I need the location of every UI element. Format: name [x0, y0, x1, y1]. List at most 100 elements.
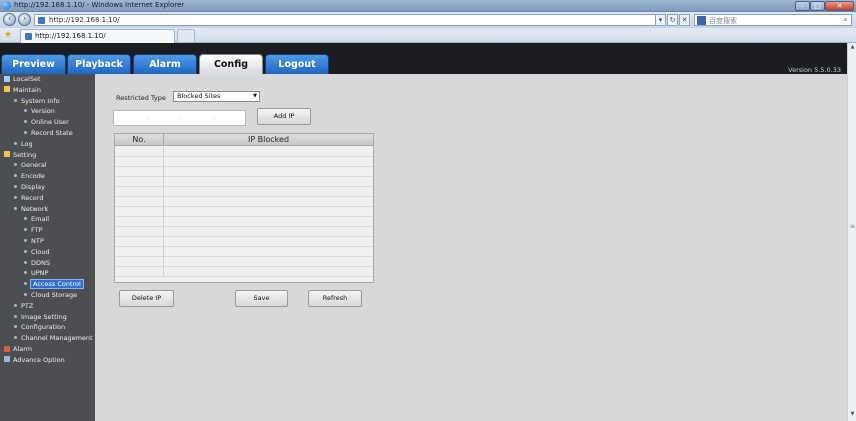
sidebar-item[interactable]: Online User: [24, 117, 69, 127]
restricted-type-select[interactable]: Blocked Sites ▼: [173, 91, 260, 102]
sidebar-item[interactable]: Encode: [14, 171, 45, 181]
scroll-down-icon[interactable]: ▼: [849, 411, 856, 419]
browser-refresh-button[interactable]: ↻: [667, 14, 678, 26]
refresh-button[interactable]: Refresh: [308, 290, 362, 307]
sidebar-item[interactable]: Image Setting: [14, 312, 67, 322]
sidebar-item[interactable]: Record: [14, 193, 43, 203]
scroll-thumb[interactable]: ≡: [849, 223, 856, 235]
sidebar-item[interactable]: Maintain: [4, 85, 41, 95]
table-row[interactable]: [115, 267, 373, 277]
address-dropdown-button[interactable]: ▾: [655, 14, 666, 26]
bullet-icon: [24, 282, 27, 286]
favorites-star-icon[interactable]: ★: [4, 30, 12, 40]
sidebar-item[interactable]: NTP: [24, 236, 44, 246]
save-button[interactable]: Save: [235, 290, 288, 307]
sidebar-item[interactable]: General: [14, 160, 47, 170]
sidebar-item[interactable]: Log: [14, 139, 33, 149]
sidebar-item[interactable]: Email: [24, 214, 49, 224]
table-row[interactable]: [115, 247, 373, 257]
sidebar-item[interactable]: DDNS: [24, 258, 50, 268]
sidebar-item[interactable]: Record State: [24, 128, 73, 138]
table-row[interactable]: [115, 217, 373, 227]
search-input[interactable]: 百度搜索 ⌕: [694, 14, 852, 26]
delete-ip-button[interactable]: Delete IP: [119, 290, 174, 307]
sidebar-item-label: Encode: [21, 172, 45, 181]
table-cell-no: [115, 247, 164, 257]
sidebar-item[interactable]: Configuration: [14, 322, 65, 332]
sidebar-item[interactable]: PTZ: [14, 301, 33, 311]
table-row[interactable]: [115, 237, 373, 247]
restricted-type-value: Blocked Sites: [177, 92, 221, 100]
sidebar-item-label: Maintain: [13, 85, 41, 94]
browser-tab[interactable]: http://192.168.1.10/: [20, 29, 175, 43]
bullet-icon: [24, 249, 27, 253]
sidebar-item[interactable]: Network: [14, 204, 48, 214]
page-icon: [25, 33, 32, 40]
sidebar-item[interactable]: UPNP: [24, 268, 48, 278]
vertical-scrollbar[interactable]: ▲ ≡ ▼: [847, 43, 856, 421]
sidebar-item-label: Cloud: [31, 247, 50, 256]
bullet-icon: [24, 271, 27, 275]
advance-icon: [4, 356, 10, 363]
sidebar-item[interactable]: FTP: [24, 225, 43, 235]
sidebar-item[interactable]: System Info: [14, 96, 60, 106]
sidebar-item[interactable]: Channel Management: [14, 333, 93, 343]
ie-logo-icon: [2, 1, 11, 10]
app-header: Preview Playback Alarm Config Logout Ver…: [0, 43, 847, 74]
table-row[interactable]: [115, 207, 373, 217]
search-placeholder: 百度搜索: [709, 17, 737, 25]
new-tab-button[interactable]: [177, 29, 195, 43]
tab-playback[interactable]: Playback: [67, 54, 131, 74]
minimize-button[interactable]: –: [795, 1, 810, 11]
blocked-ip-table: No. IP Blocked: [114, 133, 374, 283]
sidebar-item[interactable]: LocalSet: [4, 74, 41, 84]
table-cell-no: [115, 177, 164, 187]
sidebar-item[interactable]: Cloud: [24, 247, 50, 257]
maximize-button[interactable]: □: [810, 1, 825, 11]
bullet-icon: [14, 303, 17, 307]
sidebar-item-label: LocalSet: [13, 75, 41, 83]
table-row[interactable]: [115, 227, 373, 237]
sidebar-item[interactable]: Version: [24, 106, 55, 116]
tab-logout[interactable]: Logout: [265, 54, 329, 74]
forward-button[interactable]: ›: [18, 13, 31, 26]
bullet-icon: [14, 325, 17, 329]
browser-stop-button[interactable]: ✕: [679, 14, 690, 26]
search-icon[interactable]: ⌕: [844, 15, 848, 25]
table-row[interactable]: [115, 167, 373, 177]
close-window-button[interactable]: ✕: [825, 1, 854, 11]
sidebar-item-label: DDNS: [31, 258, 50, 267]
table-row[interactable]: [115, 257, 373, 267]
tab-alarm[interactable]: Alarm: [133, 54, 197, 74]
sidebar-item[interactable]: Cloud Storage: [24, 290, 77, 300]
sidebar-item-label: Access Control: [30, 279, 84, 290]
table-cell-no: [115, 227, 164, 237]
back-button[interactable]: ‹: [3, 13, 16, 26]
sidebar-item-label: NTP: [31, 237, 44, 245]
sidebar-item-label: Network: [21, 204, 49, 213]
bullet-icon: [24, 109, 27, 113]
window-titlebar: http://192.168.1.10/ - Windows Internet …: [0, 0, 856, 12]
table-row[interactable]: [115, 197, 373, 207]
tab-preview[interactable]: Preview: [1, 54, 66, 74]
table-row[interactable]: [115, 157, 373, 167]
address-input[interactable]: http://192.168.1.10/: [34, 14, 666, 26]
version-label: Version 5.5.0.33: [788, 66, 841, 74]
scroll-up-icon[interactable]: ▲: [849, 44, 856, 52]
table-row[interactable]: [115, 187, 373, 197]
sidebar-item-label: General: [21, 161, 47, 170]
sidebar-item-label: Log: [21, 139, 33, 148]
sidebar-item-label: Record: [21, 193, 44, 202]
sidebar-item[interactable]: Display: [14, 182, 45, 192]
sidebar-item[interactable]: Setting: [4, 150, 36, 160]
table-row[interactable]: [115, 147, 373, 157]
sidebar-item[interactable]: Alarm: [4, 344, 32, 354]
ip-address-input[interactable]: . . .: [113, 110, 246, 126]
table-row[interactable]: [115, 177, 373, 187]
bullet-icon: [24, 131, 27, 134]
sidebar-item[interactable]: Advance Option: [4, 355, 65, 365]
sidebar-item-label: Configuration: [21, 323, 66, 332]
add-ip-button[interactable]: Add IP: [257, 108, 311, 125]
tab-config[interactable]: Config: [199, 54, 263, 74]
sidebar-item[interactable]: Access Control: [24, 279, 84, 290]
